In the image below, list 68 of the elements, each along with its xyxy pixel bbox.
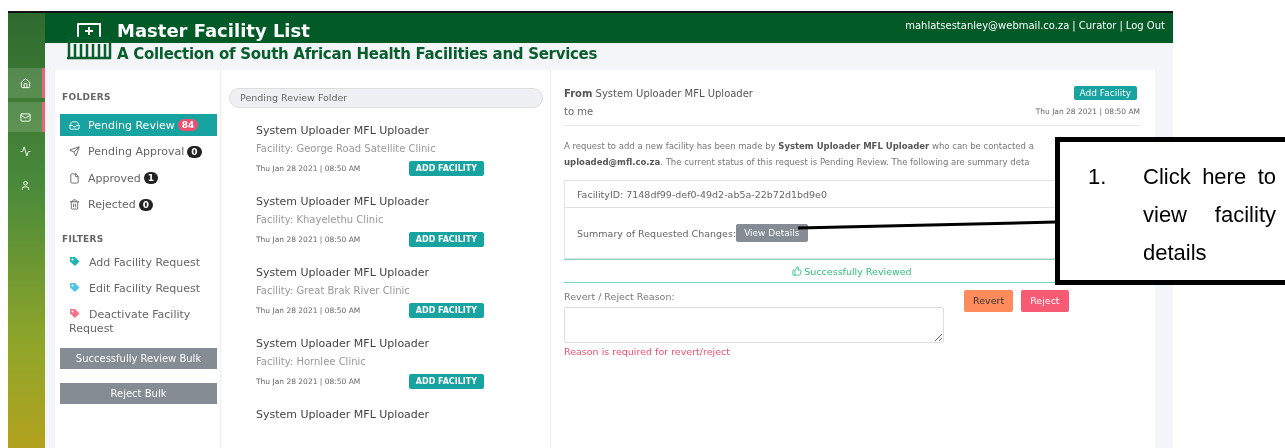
add-facility-button[interactable]: ADD FACILITY <box>408 373 484 389</box>
error-message: Reason is required for revert/reject <box>564 346 731 357</box>
recipient-line: to me <box>564 106 594 117</box>
folder-item[interactable]: Pending Review 84 <box>60 114 217 136</box>
user-role: Curator <box>1078 20 1117 31</box>
file-icon <box>69 172 80 184</box>
home-icon <box>19 77 31 89</box>
request-text: A request to add a new facility has been made by System Uploader MFL Uploader who can be contacted a <box>564 140 1035 153</box>
count-badge: 1 <box>143 172 159 184</box>
section-heading: FOLDERS <box>62 92 112 102</box>
inbox-icon <box>69 119 80 131</box>
message-sender[interactable]: System Uploader MFL Uploader <box>256 194 542 208</box>
message-sender[interactable]: System Uploader MFL Uploader <box>256 123 542 137</box>
add-facility-button[interactable]: ADD FACILITY <box>408 160 484 176</box>
count-badge: 84 <box>177 119 199 131</box>
mail-icon <box>19 111 31 123</box>
bulk-button[interactable]: Successfully Review Bulk <box>60 348 217 369</box>
send-icon <box>69 146 80 157</box>
reason-field[interactable] <box>564 307 944 343</box>
status-message: Successfully Reviewed <box>804 265 912 277</box>
from-line: From System Uploader MFL Uploader <box>564 87 753 99</box>
folder-item[interactable]: Pending Approval 0 <box>60 140 217 163</box>
trash-icon <box>69 199 80 210</box>
nav-button[interactable] <box>8 102 45 132</box>
facility-name: Facility: George Road Satellite Clinic <box>256 142 437 154</box>
user-email: mahlatsestanley@webmail.co.za <box>905 20 1070 31</box>
user-icon <box>19 179 31 191</box>
bulk-button[interactable]: Reject Bulk <box>60 383 217 404</box>
add-facility-button[interactable]: ADD FACILITY <box>408 231 484 247</box>
folder-label: Pending Review <box>88 118 175 132</box>
summary-label: Summary of Requested Changes: <box>577 227 737 239</box>
facility-name: Facility: Great Brak River Clinic <box>256 284 411 296</box>
app-subtitle: A Collection of South African Health Facilities and Services <box>117 45 598 63</box>
request-text: uploaded@mfl.co.za. The current status of this request is Pending Review. The following are summary deta <box>564 156 1031 169</box>
count-badge: 0 <box>187 145 202 158</box>
revert-button[interactable]: Revert <box>964 289 1014 312</box>
step-number: 1. <box>1088 163 1108 191</box>
facility-id: FacilityID: 7148df99-def0-49d2-ab5a-22b72d1bd9e0 <box>577 188 827 200</box>
activity-icon <box>19 145 31 157</box>
folder-label: Pending Approval <box>88 145 185 158</box>
add-facility-button[interactable]: ADD FACILITY <box>408 302 484 318</box>
nav-button[interactable] <box>8 68 45 98</box>
folder-item[interactable]: Rejected 0 <box>60 193 217 216</box>
app-title: Master Facility List <box>117 19 311 43</box>
filter-item[interactable]: Edit Facility Request <box>60 282 217 296</box>
logout-link[interactable]: Log Out <box>1125 20 1165 31</box>
message-sender[interactable]: System Uploader MFL Uploader <box>256 265 542 279</box>
folder-label: Rejected <box>88 198 136 211</box>
facility-name: Facility: Khayelethu Clinic <box>256 213 385 225</box>
filter-item[interactable]: Add Facility Request <box>60 256 217 270</box>
view-details-button[interactable]: View Details <box>736 224 808 242</box>
separator: | <box>1119 20 1123 31</box>
filter-item[interactable]: Deactivate Facility Request <box>60 308 217 336</box>
callout-text: Click here to view facility details <box>1143 163 1276 267</box>
count-badge: 0 <box>138 198 154 211</box>
add-facility-tag[interactable]: Add Facility <box>1073 86 1137 100</box>
reject-button[interactable]: Reject <box>1021 289 1069 312</box>
facility-name: Facility: Hornlee Clinic <box>256 355 367 367</box>
folder-item[interactable]: Approved 1 <box>60 167 217 189</box>
folder-label: Approved <box>88 171 141 185</box>
field-label: Revert / Reject Reason: <box>564 291 676 302</box>
hospital-logo-icon <box>65 22 113 60</box>
section-heading: FILTERS <box>62 234 105 244</box>
message-sender[interactable]: System Uploader MFL Uploader <box>256 407 542 421</box>
separator: | <box>1072 20 1076 31</box>
thumbs-up-icon <box>792 266 803 276</box>
search-field[interactable]: Pending Review Folder <box>229 87 543 108</box>
message-sender[interactable]: System Uploader MFL Uploader <box>256 336 542 350</box>
